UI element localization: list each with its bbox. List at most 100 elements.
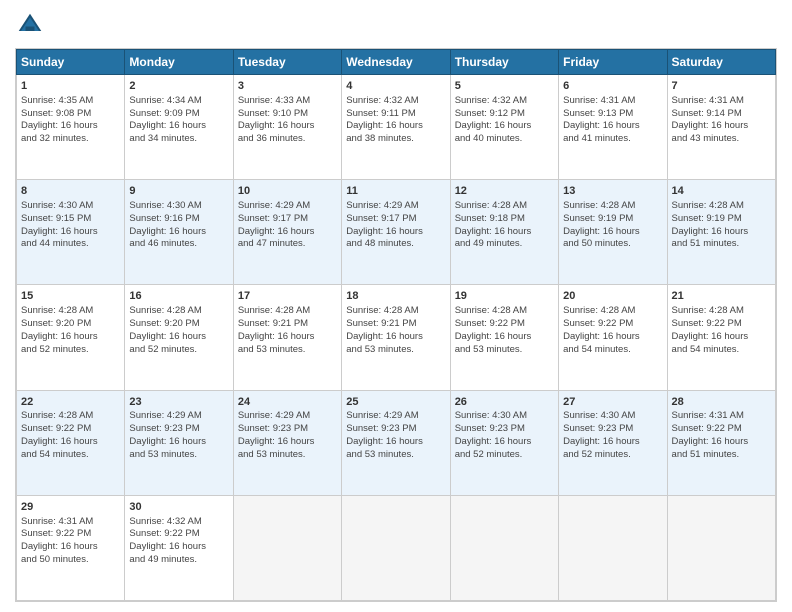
day-info: Sunrise: 4:28 AM Sunset: 9:19 PM Dayligh… (563, 200, 662, 251)
day-info: Sunrise: 4:30 AM Sunset: 9:23 PM Dayligh… (455, 410, 554, 461)
day-info: Sunrise: 4:31 AM Sunset: 9:22 PM Dayligh… (672, 410, 771, 461)
calendar-cell: 12Sunrise: 4:28 AM Sunset: 9:18 PM Dayli… (450, 180, 558, 285)
calendar: Sunday Monday Tuesday Wednesday Thursday… (15, 48, 777, 602)
calendar-week-4: 22Sunrise: 4:28 AM Sunset: 9:22 PM Dayli… (17, 390, 776, 495)
page: Sunday Monday Tuesday Wednesday Thursday… (0, 0, 792, 612)
calendar-cell: 20Sunrise: 4:28 AM Sunset: 9:22 PM Dayli… (559, 285, 667, 390)
day-number: 6 (563, 79, 662, 94)
day-info: Sunrise: 4:31 AM Sunset: 9:22 PM Dayligh… (21, 516, 120, 567)
calendar-cell (342, 495, 450, 600)
day-number: 16 (129, 289, 228, 304)
calendar-week-3: 15Sunrise: 4:28 AM Sunset: 9:20 PM Dayli… (17, 285, 776, 390)
day-number: 2 (129, 79, 228, 94)
day-number: 10 (238, 184, 337, 199)
day-info: Sunrise: 4:31 AM Sunset: 9:13 PM Dayligh… (563, 95, 662, 146)
calendar-cell: 7Sunrise: 4:31 AM Sunset: 9:14 PM Daylig… (667, 75, 775, 180)
day-number: 26 (455, 395, 554, 410)
calendar-cell: 1Sunrise: 4:35 AM Sunset: 9:08 PM Daylig… (17, 75, 125, 180)
day-info: Sunrise: 4:29 AM Sunset: 9:17 PM Dayligh… (238, 200, 337, 251)
calendar-cell: 27Sunrise: 4:30 AM Sunset: 9:23 PM Dayli… (559, 390, 667, 495)
day-info: Sunrise: 4:28 AM Sunset: 9:21 PM Dayligh… (346, 305, 445, 356)
day-number: 1 (21, 79, 120, 94)
day-number: 17 (238, 289, 337, 304)
day-info: Sunrise: 4:29 AM Sunset: 9:23 PM Dayligh… (346, 410, 445, 461)
day-number: 3 (238, 79, 337, 94)
calendar-cell (450, 495, 558, 600)
day-info: Sunrise: 4:32 AM Sunset: 9:11 PM Dayligh… (346, 95, 445, 146)
col-friday: Friday (559, 50, 667, 75)
day-number: 8 (21, 184, 120, 199)
day-number: 29 (21, 500, 120, 515)
day-number: 7 (672, 79, 771, 94)
col-thursday: Thursday (450, 50, 558, 75)
calendar-cell: 11Sunrise: 4:29 AM Sunset: 9:17 PM Dayli… (342, 180, 450, 285)
day-number: 4 (346, 79, 445, 94)
day-info: Sunrise: 4:28 AM Sunset: 9:22 PM Dayligh… (563, 305, 662, 356)
day-info: Sunrise: 4:28 AM Sunset: 9:19 PM Dayligh… (672, 200, 771, 251)
day-number: 9 (129, 184, 228, 199)
day-info: Sunrise: 4:33 AM Sunset: 9:10 PM Dayligh… (238, 95, 337, 146)
calendar-cell: 6Sunrise: 4:31 AM Sunset: 9:13 PM Daylig… (559, 75, 667, 180)
calendar-cell: 5Sunrise: 4:32 AM Sunset: 9:12 PM Daylig… (450, 75, 558, 180)
calendar-cell: 13Sunrise: 4:28 AM Sunset: 9:19 PM Dayli… (559, 180, 667, 285)
calendar-cell: 16Sunrise: 4:28 AM Sunset: 9:20 PM Dayli… (125, 285, 233, 390)
day-info: Sunrise: 4:28 AM Sunset: 9:22 PM Dayligh… (455, 305, 554, 356)
calendar-cell (667, 495, 775, 600)
col-monday: Monday (125, 50, 233, 75)
calendar-cell: 14Sunrise: 4:28 AM Sunset: 9:19 PM Dayli… (667, 180, 775, 285)
col-saturday: Saturday (667, 50, 775, 75)
calendar-week-2: 8Sunrise: 4:30 AM Sunset: 9:15 PM Daylig… (17, 180, 776, 285)
calendar-cell: 3Sunrise: 4:33 AM Sunset: 9:10 PM Daylig… (233, 75, 341, 180)
calendar-cell: 23Sunrise: 4:29 AM Sunset: 9:23 PM Dayli… (125, 390, 233, 495)
calendar-cell: 22Sunrise: 4:28 AM Sunset: 9:22 PM Dayli… (17, 390, 125, 495)
col-tuesday: Tuesday (233, 50, 341, 75)
logo (15, 10, 49, 40)
col-wednesday: Wednesday (342, 50, 450, 75)
calendar-cell: 28Sunrise: 4:31 AM Sunset: 9:22 PM Dayli… (667, 390, 775, 495)
day-info: Sunrise: 4:30 AM Sunset: 9:16 PM Dayligh… (129, 200, 228, 251)
day-info: Sunrise: 4:28 AM Sunset: 9:21 PM Dayligh… (238, 305, 337, 356)
day-number: 5 (455, 79, 554, 94)
day-info: Sunrise: 4:31 AM Sunset: 9:14 PM Dayligh… (672, 95, 771, 146)
calendar-cell: 17Sunrise: 4:28 AM Sunset: 9:21 PM Dayli… (233, 285, 341, 390)
calendar-cell: 8Sunrise: 4:30 AM Sunset: 9:15 PM Daylig… (17, 180, 125, 285)
calendar-cell: 18Sunrise: 4:28 AM Sunset: 9:21 PM Dayli… (342, 285, 450, 390)
day-info: Sunrise: 4:29 AM Sunset: 9:23 PM Dayligh… (129, 410, 228, 461)
logo-icon (15, 10, 45, 40)
calendar-cell: 21Sunrise: 4:28 AM Sunset: 9:22 PM Dayli… (667, 285, 775, 390)
calendar-cell: 19Sunrise: 4:28 AM Sunset: 9:22 PM Dayli… (450, 285, 558, 390)
day-info: Sunrise: 4:32 AM Sunset: 9:12 PM Dayligh… (455, 95, 554, 146)
day-number: 25 (346, 395, 445, 410)
col-sunday: Sunday (17, 50, 125, 75)
day-info: Sunrise: 4:29 AM Sunset: 9:17 PM Dayligh… (346, 200, 445, 251)
day-number: 19 (455, 289, 554, 304)
calendar-cell: 2Sunrise: 4:34 AM Sunset: 9:09 PM Daylig… (125, 75, 233, 180)
day-info: Sunrise: 4:29 AM Sunset: 9:23 PM Dayligh… (238, 410, 337, 461)
calendar-cell: 26Sunrise: 4:30 AM Sunset: 9:23 PM Dayli… (450, 390, 558, 495)
day-number: 21 (672, 289, 771, 304)
day-number: 18 (346, 289, 445, 304)
calendar-cell: 24Sunrise: 4:29 AM Sunset: 9:23 PM Dayli… (233, 390, 341, 495)
calendar-cell: 9Sunrise: 4:30 AM Sunset: 9:16 PM Daylig… (125, 180, 233, 285)
calendar-week-1: 1Sunrise: 4:35 AM Sunset: 9:08 PM Daylig… (17, 75, 776, 180)
day-info: Sunrise: 4:32 AM Sunset: 9:22 PM Dayligh… (129, 516, 228, 567)
day-number: 12 (455, 184, 554, 199)
day-info: Sunrise: 4:30 AM Sunset: 9:23 PM Dayligh… (563, 410, 662, 461)
day-info: Sunrise: 4:28 AM Sunset: 9:20 PM Dayligh… (21, 305, 120, 356)
day-info: Sunrise: 4:34 AM Sunset: 9:09 PM Dayligh… (129, 95, 228, 146)
day-number: 14 (672, 184, 771, 199)
calendar-cell: 10Sunrise: 4:29 AM Sunset: 9:17 PM Dayli… (233, 180, 341, 285)
calendar-header-row: Sunday Monday Tuesday Wednesday Thursday… (17, 50, 776, 75)
day-number: 15 (21, 289, 120, 304)
day-info: Sunrise: 4:30 AM Sunset: 9:15 PM Dayligh… (21, 200, 120, 251)
calendar-week-5: 29Sunrise: 4:31 AM Sunset: 9:22 PM Dayli… (17, 495, 776, 600)
calendar-cell: 30Sunrise: 4:32 AM Sunset: 9:22 PM Dayli… (125, 495, 233, 600)
day-number: 11 (346, 184, 445, 199)
day-number: 13 (563, 184, 662, 199)
day-info: Sunrise: 4:35 AM Sunset: 9:08 PM Dayligh… (21, 95, 120, 146)
day-number: 28 (672, 395, 771, 410)
day-number: 23 (129, 395, 228, 410)
calendar-cell (559, 495, 667, 600)
calendar-cell (233, 495, 341, 600)
day-number: 27 (563, 395, 662, 410)
